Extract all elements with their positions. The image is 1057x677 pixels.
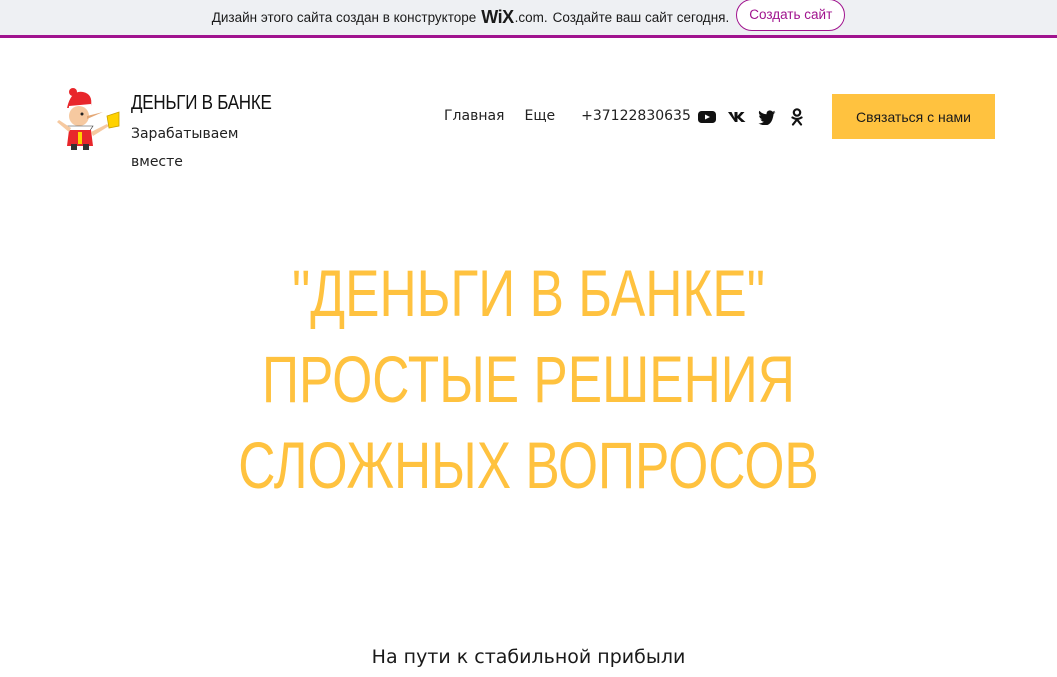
twitter-icon[interactable] bbox=[758, 108, 776, 126]
contact-us-button[interactable]: Связаться с нами bbox=[832, 94, 995, 139]
hero-line-3: СЛОЖНЫХ ВОПРОСОВ bbox=[238, 428, 819, 502]
nav-item-more[interactable]: Еще bbox=[524, 108, 555, 124]
site-title[interactable]: ДЕНЬГИ В БАНКЕ bbox=[131, 92, 272, 115]
create-site-button[interactable]: Создать сайт bbox=[736, 0, 846, 31]
hero-heading: "ДЕНЬГИ В БАНКЕ" ПРОСТЫЕ РЕШЕНИЯ СЛОЖНЫХ… bbox=[116, 250, 940, 508]
hero-line-2: ПРОСТЫЕ РЕШЕНИЯ bbox=[262, 342, 795, 416]
wix-banner: Дизайн этого сайта создан в конструкторе… bbox=[0, 0, 1057, 38]
wix-banner-text-after: Создайте ваш сайт сегодня. bbox=[552, 10, 730, 25]
wix-logo-suffix: .com. bbox=[514, 10, 548, 25]
wix-logo: WiX bbox=[481, 7, 514, 27]
hero-subtitle: На пути к стабильной прибыли bbox=[371, 646, 686, 668]
wix-banner-text: Дизайн этого сайта создан в конструкторе… bbox=[212, 7, 730, 28]
social-bar bbox=[698, 108, 806, 126]
site-tagline: Зарабатываем вместе bbox=[131, 126, 239, 170]
hero-line-1: "ДЕНЬГИ В БАНКЕ" bbox=[291, 256, 766, 330]
vk-icon[interactable] bbox=[728, 108, 746, 126]
nav-item-home[interactable]: Главная bbox=[444, 108, 504, 124]
nav-phone[interactable]: +37122830635 bbox=[581, 108, 691, 124]
pinocchio-logo-icon[interactable] bbox=[53, 86, 121, 150]
main-nav: Главная Еще +37122830635 bbox=[444, 108, 711, 124]
youtube-icon[interactable] bbox=[698, 108, 716, 126]
wix-banner-text-before: Дизайн этого сайта создан в конструкторе bbox=[211, 10, 477, 25]
odnoklassniki-icon[interactable] bbox=[788, 108, 806, 126]
